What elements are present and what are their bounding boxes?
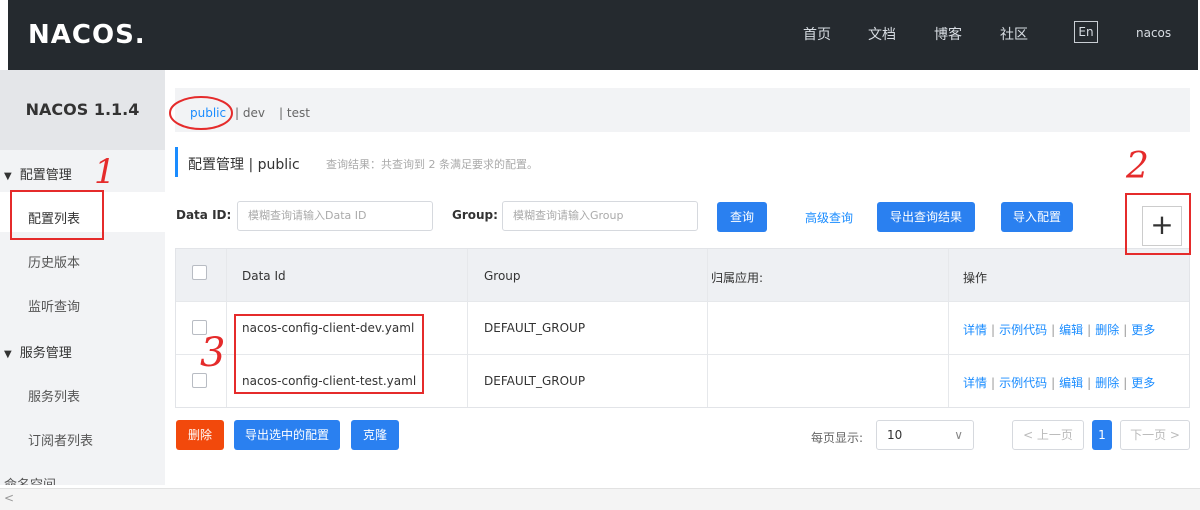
sidebar-item-subscriber-list[interactable]: 订阅者列表 xyxy=(28,430,93,449)
advanced-query-link[interactable]: 高级查询 xyxy=(805,209,853,226)
column-divider xyxy=(226,249,227,407)
sidebar-item-service-list[interactable]: 服务列表 xyxy=(28,386,80,405)
detail-link[interactable]: 详情 xyxy=(963,376,987,390)
edit-link[interactable]: 编辑 xyxy=(1059,323,1083,337)
nav-blog[interactable]: 博客 xyxy=(934,24,962,44)
sidebar-group-service[interactable]: ▼ 服务管理 xyxy=(4,342,72,361)
user-name[interactable]: nacos xyxy=(1136,26,1171,40)
delete-link[interactable]: 删除 xyxy=(1095,323,1119,337)
top-bar: NACOS. 首页 文档 博客 社区 En nacos xyxy=(8,0,1198,70)
annotation-number-2: 2 xyxy=(1126,146,1149,187)
annotation-number-3: 3 xyxy=(200,330,226,376)
dataid-input[interactable]: 模糊查询请输入Data ID xyxy=(237,201,433,231)
sidebar-group-service-label: 服务管理 xyxy=(19,346,72,361)
column-divider xyxy=(467,249,468,407)
more-link[interactable]: 更多 xyxy=(1131,376,1155,390)
annotation-box-config-list xyxy=(10,190,104,240)
version-label: NACOS 1.1.4 xyxy=(0,70,165,150)
page-size-select[interactable]: 10 ∨ xyxy=(876,420,974,450)
edit-link[interactable]: 编辑 xyxy=(1059,376,1083,390)
col-actions: 操作 xyxy=(963,271,988,285)
select-all-checkbox[interactable] xyxy=(192,265,207,280)
group-label: Group: xyxy=(452,208,498,222)
caret-down-icon: ▼ xyxy=(4,171,12,182)
sidebar-item-history[interactable]: 历史版本 xyxy=(28,252,80,271)
prev-page-button[interactable]: < 上一页 xyxy=(1012,420,1084,450)
row-group: DEFAULT_GROUP xyxy=(484,321,586,335)
col-dataid: Data Id xyxy=(242,269,286,283)
col-app: 归属应用: xyxy=(711,271,764,285)
nacos-logo[interactable]: NACOS. xyxy=(28,20,146,50)
table-header: Data Id Group 归属应用: 操作 xyxy=(176,249,1189,301)
export-results-button[interactable]: 导出查询结果 xyxy=(877,202,975,232)
annotation-number-1: 1 xyxy=(94,152,116,192)
nav-home[interactable]: 首页 xyxy=(803,24,831,44)
row-actions: 详情 | 示例代码 | 编辑 | 删除 | 更多 xyxy=(963,323,1156,337)
dataid-label: Data ID: xyxy=(176,208,232,222)
nav-community[interactable]: 社区 xyxy=(1000,24,1028,44)
query-result-note: 查询结果：共查询到 2 条满足要求的配置。 xyxy=(326,158,538,171)
tab-dev[interactable]: | dev xyxy=(235,106,265,120)
annotation-box-dataids xyxy=(234,314,424,394)
column-divider xyxy=(948,249,949,407)
group-input[interactable]: 模糊查询请输入Group xyxy=(502,201,698,231)
sidebar-group-config-label: 配置管理 xyxy=(19,168,72,183)
annotation-circle-public xyxy=(169,96,233,130)
detail-link[interactable]: 详情 xyxy=(963,323,987,337)
nav-docs[interactable]: 文档 xyxy=(868,24,896,44)
sample-code-link[interactable]: 示例代码 xyxy=(999,323,1047,337)
row-group: DEFAULT_GROUP xyxy=(484,374,586,388)
caret-down-icon: ▼ xyxy=(4,349,12,360)
import-config-button[interactable]: 导入配置 xyxy=(1001,202,1073,232)
sidebar: NACOS 1.1.4 ▼ 配置管理 配置列表 历史版本 监听查询 ▼ 服务管理 服… xyxy=(0,70,165,485)
namespace-tabs: public | dev | test xyxy=(175,88,1190,132)
sample-code-link[interactable]: 示例代码 xyxy=(999,376,1047,390)
delete-button[interactable]: 删除 xyxy=(176,420,224,450)
annotation-box-add xyxy=(1125,193,1191,255)
breadcrumb-accent xyxy=(175,147,178,177)
export-selected-button[interactable]: 导出选中的配置 xyxy=(234,420,340,450)
sidebar-group-config[interactable]: ▼ 配置管理 xyxy=(4,164,72,183)
query-button[interactable]: 查询 xyxy=(717,202,767,232)
delete-link[interactable]: 删除 xyxy=(1095,376,1119,390)
sidebar-item-namespace[interactable]: 命名空间 xyxy=(4,474,56,485)
current-page-button[interactable]: 1 xyxy=(1092,420,1112,450)
page-title: 配置管理 | public xyxy=(188,157,300,173)
more-link[interactable]: 更多 xyxy=(1131,323,1155,337)
horizontal-scrollbar[interactable]: < xyxy=(0,488,1200,510)
page-size-label: 每页显示: xyxy=(811,431,864,445)
row-actions: 详情 | 示例代码 | 编辑 | 删除 | 更多 xyxy=(963,376,1156,390)
sidebar-item-listener-query[interactable]: 监听查询 xyxy=(28,296,80,315)
language-toggle[interactable]: En xyxy=(1074,21,1098,43)
tab-test[interactable]: | test xyxy=(279,106,310,120)
page-size-value: 10 xyxy=(887,428,903,442)
clone-button[interactable]: 克隆 xyxy=(351,420,399,450)
chevron-down-icon: ∨ xyxy=(954,428,963,442)
next-page-button[interactable]: 下一页 > xyxy=(1120,420,1190,450)
scroll-left-icon[interactable]: < xyxy=(4,491,14,505)
column-divider xyxy=(707,249,708,407)
col-group: Group xyxy=(484,269,521,283)
